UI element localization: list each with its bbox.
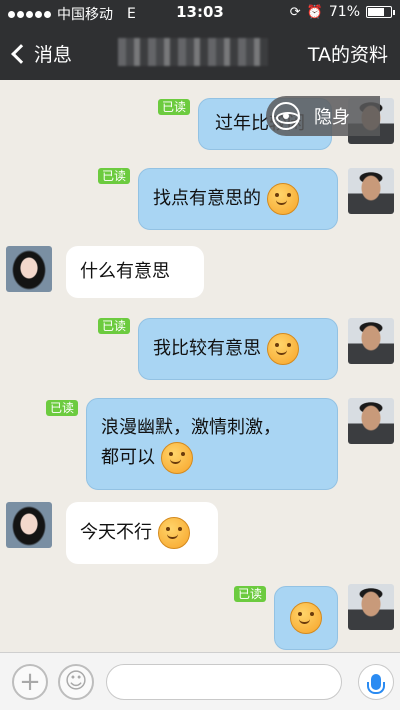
- eye-icon: [272, 102, 300, 130]
- read-badge: 已读: [98, 318, 131, 334]
- nav-bar: 消息 TA的资料: [0, 28, 400, 78]
- back-button[interactable]: 消息: [8, 40, 72, 67]
- grinning-emoji-icon: [267, 333, 299, 365]
- blushing-emoji-icon: [267, 183, 299, 215]
- laughing-emoji-icon: [290, 602, 322, 634]
- avatar[interactable]: [348, 318, 394, 364]
- plus-icon: +: [19, 667, 41, 697]
- tongue-out-emoji-icon: [161, 442, 193, 474]
- profile-button[interactable]: TA的资料: [308, 40, 388, 67]
- battery-percent: 71%: [328, 4, 360, 20]
- rotation-lock-icon: ⟳: [289, 4, 301, 20]
- message-bubble[interactable]: 今天不行: [66, 502, 218, 564]
- microphone-icon: [367, 674, 385, 694]
- smiley-icon: ☺: [64, 669, 88, 694]
- alarm-icon: ⏰: [306, 4, 323, 20]
- avatar[interactable]: [348, 168, 394, 214]
- chevron-left-icon: [11, 43, 31, 64]
- message-text-line2: 都可以: [101, 447, 155, 468]
- message-text: 找点有意思的: [153, 188, 261, 209]
- voice-button[interactable]: [358, 664, 394, 700]
- message-bubble[interactable]: 找点有意思的: [138, 168, 338, 230]
- message-input[interactable]: [106, 664, 342, 700]
- message-bubble[interactable]: 我比较有意思: [138, 318, 338, 380]
- back-label: 消息: [34, 44, 73, 66]
- message-text: 什么有意思: [80, 261, 170, 282]
- crying-emoji-icon: [158, 517, 190, 549]
- avatar[interactable]: [6, 246, 52, 292]
- message-bubble[interactable]: 浪漫幽默，激情刺激， 都可以: [86, 398, 338, 490]
- message-bubble[interactable]: 什么有意思: [66, 246, 204, 298]
- chat-area[interactable]: 已读 过年比较闲 隐身 已读 找点有意思的 什么有意思 已读 我比较有意思 已读…: [0, 80, 400, 652]
- message-text: 今天不行: [80, 522, 152, 543]
- message-bubble[interactable]: [274, 586, 338, 650]
- stealth-label: 隐身: [314, 107, 350, 128]
- stealth-mode-button[interactable]: 隐身: [266, 96, 380, 136]
- read-badge: 已读: [98, 168, 131, 184]
- read-badge: 已读: [46, 400, 79, 416]
- avatar[interactable]: [348, 584, 394, 630]
- input-bar: + ☺: [0, 652, 400, 710]
- contact-name-blurred: [118, 38, 268, 66]
- message-text: 浪漫幽默，激情刺激，: [101, 417, 281, 438]
- read-badge: 已读: [158, 99, 191, 115]
- status-bar: 中国移动 E 13:03 ⟳ ⏰ 71%: [0, 0, 400, 24]
- top-bar: 中国移动 E 13:03 ⟳ ⏰ 71% 消息 TA的资料: [0, 0, 400, 80]
- message-text: 我比较有意思: [153, 338, 261, 359]
- add-button[interactable]: +: [12, 664, 48, 700]
- avatar[interactable]: [6, 502, 52, 548]
- emoji-button[interactable]: ☺: [58, 664, 94, 700]
- read-badge: 已读: [234, 586, 267, 602]
- battery-icon: [366, 6, 395, 18]
- avatar[interactable]: [348, 398, 394, 444]
